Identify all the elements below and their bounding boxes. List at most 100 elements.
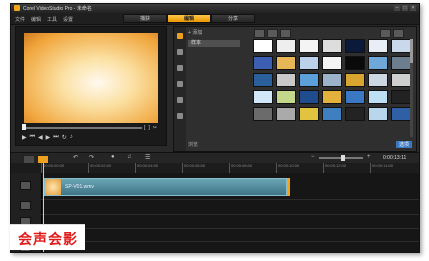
step-tabs: 捕获 编辑 分享 bbox=[123, 14, 255, 23]
media-thumbnail[interactable] bbox=[253, 107, 273, 121]
clip-name: SP-V01.wmv bbox=[65, 184, 94, 190]
media-thumbnail[interactable] bbox=[276, 73, 296, 87]
list-view-icon[interactable] bbox=[380, 29, 391, 38]
track-manager-icon[interactable]: ☰ bbox=[145, 154, 150, 161]
media-thumbnail[interactable] bbox=[299, 39, 319, 53]
thumbnail-view-icon[interactable] bbox=[393, 29, 404, 38]
zoom-in-icon[interactable]: + bbox=[367, 154, 371, 160]
media-thumbnail[interactable] bbox=[322, 56, 342, 70]
menu-settings[interactable]: 设置 bbox=[63, 16, 73, 23]
mark-in-icon[interactable]: [ bbox=[144, 125, 145, 131]
fx-icon[interactable] bbox=[177, 113, 183, 119]
maximize-icon[interactable]: □ bbox=[402, 5, 408, 11]
media-thumbnail[interactable] bbox=[299, 90, 319, 104]
media-thumbnail[interactable] bbox=[322, 73, 342, 87]
menu-file[interactable]: 文件 bbox=[15, 16, 25, 23]
menu-edit[interactable]: 编辑 bbox=[31, 16, 41, 23]
media-thumbnail[interactable] bbox=[368, 56, 388, 70]
ruler-label: 00:00:10:00 bbox=[276, 163, 323, 173]
mix-icon[interactable]: ♫ bbox=[127, 154, 132, 160]
next-frame-icon[interactable]: ▶ bbox=[46, 134, 51, 141]
library-scrollbar[interactable] bbox=[410, 39, 413, 137]
ruler-label: 00:00:08:00 bbox=[229, 163, 276, 173]
media-thumbnail[interactable] bbox=[345, 73, 365, 87]
tab-capture[interactable]: 捕获 bbox=[123, 14, 167, 23]
scrollbar-thumb[interactable] bbox=[410, 39, 413, 63]
title-icon[interactable] bbox=[177, 65, 183, 71]
add-folder-button[interactable]: + 添加 bbox=[188, 29, 244, 36]
filter-icon[interactable] bbox=[177, 97, 183, 103]
tab-edit[interactable]: 编辑 bbox=[167, 14, 211, 23]
image-filter-icon[interactable] bbox=[267, 29, 278, 38]
split-icon[interactable]: ✂ bbox=[153, 125, 157, 131]
media-thumbnail[interactable] bbox=[322, 107, 342, 121]
menu-tools[interactable]: 工具 bbox=[47, 16, 57, 23]
video-clip[interactable]: SP-V01.wmv bbox=[44, 178, 287, 196]
media-thumbnail[interactable] bbox=[253, 90, 273, 104]
media-thumbnail[interactable] bbox=[253, 56, 273, 70]
mark-out-icon[interactable]: ] bbox=[148, 125, 149, 131]
folder-sample[interactable]: 样本 bbox=[188, 40, 240, 47]
prev-frame-icon[interactable]: ◀ bbox=[38, 134, 43, 141]
end-icon[interactable]: ⏭ bbox=[53, 134, 58, 141]
media-thumbnail[interactable] bbox=[276, 107, 296, 121]
tab-share[interactable]: 分享 bbox=[211, 14, 255, 23]
media-thumbnail[interactable] bbox=[276, 90, 296, 104]
media-thumbnail[interactable] bbox=[345, 107, 365, 121]
library-filter-bar bbox=[248, 29, 412, 38]
transition-icon[interactable] bbox=[177, 49, 183, 55]
media-thumbnail[interactable] bbox=[253, 73, 273, 87]
close-icon[interactable]: × bbox=[410, 5, 416, 11]
window-controls: – □ × bbox=[394, 5, 416, 11]
home-icon[interactable]: ⏮ bbox=[30, 134, 35, 141]
volume-icon[interactable]: ♪ bbox=[70, 134, 73, 141]
clip-thumbnail bbox=[45, 179, 61, 195]
video-filter-icon[interactable] bbox=[254, 29, 265, 38]
browse-button[interactable]: 浏览 bbox=[188, 141, 198, 148]
media-icon[interactable] bbox=[177, 33, 183, 39]
minimize-icon[interactable]: – bbox=[394, 5, 400, 11]
add-folder-label: 添加 bbox=[192, 30, 203, 36]
timeline-ruler[interactable]: 00:00:00:00 00:00:02:00 00:00:04:00 00:0… bbox=[11, 163, 419, 173]
media-thumbnail[interactable] bbox=[391, 107, 411, 121]
folder-list: + 添加 样本 bbox=[188, 29, 244, 149]
media-thumbnail[interactable] bbox=[322, 90, 342, 104]
media-thumbnail[interactable] bbox=[322, 39, 342, 53]
audio-filter-icon[interactable] bbox=[280, 29, 291, 38]
preview-panel: [ ] ✂ ▶ ⏮ ◀ ▶ ⏭ ↻ ♪ bbox=[15, 26, 167, 146]
ruler-label: 00:00:04:00 bbox=[135, 163, 182, 173]
media-thumbnail[interactable] bbox=[299, 73, 319, 87]
zoom-out-icon[interactable]: − bbox=[311, 154, 315, 160]
playback-controls: ▶ ⏮ ◀ ▶ ⏭ ↻ ♪ bbox=[22, 134, 73, 141]
media-thumbnail[interactable] bbox=[368, 107, 388, 121]
media-thumbnail[interactable] bbox=[299, 56, 319, 70]
undo-icon[interactable]: ↶ bbox=[73, 154, 78, 161]
media-thumbnail[interactable] bbox=[368, 73, 388, 87]
media-thumbnail[interactable] bbox=[391, 73, 411, 87]
play-icon[interactable]: ▶ bbox=[22, 134, 27, 141]
media-thumbnail[interactable] bbox=[391, 90, 411, 104]
media-thumbnail[interactable] bbox=[253, 39, 273, 53]
scrub-bar[interactable] bbox=[22, 127, 142, 129]
repeat-icon[interactable]: ↻ bbox=[62, 134, 67, 141]
media-thumbnail[interactable] bbox=[368, 90, 388, 104]
media-thumbnail[interactable] bbox=[368, 39, 388, 53]
media-thumbnail[interactable] bbox=[391, 56, 411, 70]
record-icon[interactable]: ● bbox=[111, 154, 115, 160]
media-thumbnail[interactable] bbox=[345, 56, 365, 70]
options-button[interactable]: 选项 bbox=[396, 141, 413, 148]
media-thumbnail[interactable] bbox=[299, 107, 319, 121]
overlay-track-icon[interactable] bbox=[20, 201, 31, 210]
media-thumbnail[interactable] bbox=[345, 90, 365, 104]
media-thumbnail[interactable] bbox=[276, 39, 296, 53]
video-track-icon[interactable] bbox=[20, 181, 31, 190]
media-thumbnail[interactable] bbox=[391, 39, 411, 53]
media-thumbnail[interactable] bbox=[345, 39, 365, 53]
zoom-handle[interactable] bbox=[341, 155, 345, 161]
clip-trim-handle[interactable] bbox=[287, 178, 290, 196]
scrub-handle[interactable] bbox=[22, 124, 26, 130]
redo-icon[interactable]: ↷ bbox=[89, 154, 94, 161]
ruler-label: 00:00:12:00 bbox=[323, 163, 370, 173]
graphic-icon[interactable] bbox=[177, 81, 183, 87]
media-thumbnail[interactable] bbox=[276, 56, 296, 70]
